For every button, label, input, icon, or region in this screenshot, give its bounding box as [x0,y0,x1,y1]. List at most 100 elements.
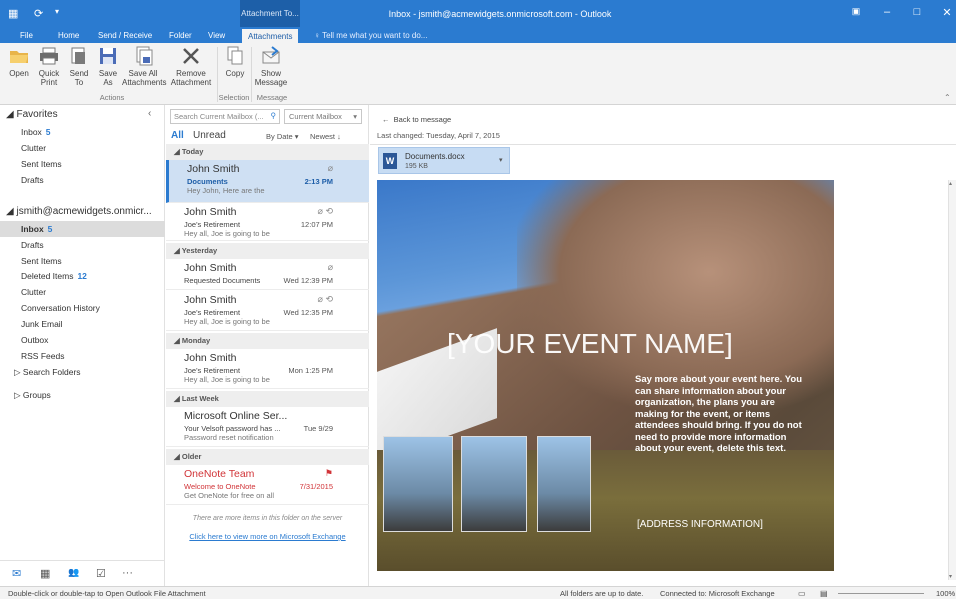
sort-by-date[interactable]: By Date ▾ [266,132,299,141]
send-to-button[interactable]: Send To [66,45,92,87]
received-time: 7/31/2015 [299,482,333,491]
save-icon [100,48,116,64]
group-header-yesterday[interactable]: ◢ Yesterday [166,243,369,259]
reading-pane: ← Back to message Last changed: Tuesday,… [370,105,956,586]
fav-item-drafts[interactable]: Drafts [21,175,44,185]
save-all-label: Save All Attachments [122,69,167,87]
ribbon: Open Quick Print Send To Save As Save Al… [0,43,956,105]
calendar-icon[interactable]: ▦ [40,567,50,580]
search-scope-dropdown[interactable]: Current Mailbox ▾ [284,109,362,124]
folder-clutter[interactable]: Clutter [21,287,46,297]
close-button[interactable]: ✕ [937,6,956,19]
people-icon[interactable]: 👥 [68,567,79,578]
remove-attachment-button[interactable]: Remove Attachment [168,45,214,87]
copy-button[interactable]: Copy [222,45,248,78]
cyclist-photo-1 [383,436,453,532]
tab-file[interactable]: File [14,29,39,43]
tab-send-receive[interactable]: Send / Receive [92,29,158,43]
sync-status: All folders are up to date. [560,589,644,598]
fav-item-sent-items[interactable]: Sent Items [21,159,62,169]
folder-sent-items[interactable]: Sent Items [21,256,62,266]
quick-print-button[interactable]: Quick Print [34,45,64,87]
attachment-dropdown-icon[interactable]: ▾ [499,156,503,164]
subject: Joe's Retirement [184,220,241,229]
printer-icon [40,47,58,65]
quick-print-label: Quick Print [38,69,60,87]
collapse-ribbon-icon[interactable]: ⌃ [944,93,951,102]
tab-attachments[interactable]: Attachments [242,29,299,43]
fav-item-inbox[interactable]: Inbox 5 [21,127,51,137]
address-info: [ADDRESS INFORMATION] [637,519,763,530]
collapse-pane-icon[interactable]: ‹ [148,108,151,119]
lightbulb-icon: ♀ [314,31,320,40]
normal-view-icon[interactable]: ▭ [798,589,806,598]
save-as-label: Save As [98,69,118,87]
tasks-icon[interactable]: ☑ [96,567,106,580]
preview-scrollbar[interactable]: ▴ ▾ [948,180,956,580]
open-button[interactable]: Open [6,45,32,78]
folder-drafts[interactable]: Drafts [21,240,44,250]
groups-node[interactable]: ▷ Groups [14,390,51,401]
folder-search-folders[interactable]: ▷ Search Folders [14,367,81,378]
folder-inbox[interactable]: Inbox 5 [21,224,52,234]
view-more-link[interactable]: Click here to view more on Microsoft Exc… [166,532,369,541]
message-item[interactable]: John Smith ⌀ ⟲ Joe's Retirement Wed 12:3… [166,291,369,331]
zoom-slider[interactable] [838,593,924,594]
folder-outbox[interactable]: Outbox [21,335,48,345]
account-label: jsmith@acmewidgets.onmicr... [16,206,152,217]
tab-folder[interactable]: Folder [163,29,198,43]
favorites-header[interactable]: ◢ Favorites [6,109,58,120]
folder-deleted-items[interactable]: Deleted Items 12 [21,271,87,281]
account-header[interactable]: ◢ jsmith@acmewidgets.onmicr... [6,206,152,217]
word-doc-icon: W [383,153,397,169]
save-as-button[interactable]: Save As [96,45,120,87]
message-item[interactable]: John Smith ⌀ Documents 2:13 PM Hey John,… [166,160,369,203]
show-message-button[interactable]: Show Message [254,45,288,87]
more-modules-icon[interactable]: ··· [122,567,133,579]
filter-unread[interactable]: Unread [193,130,226,141]
mail-icon[interactable]: ✉ [12,567,21,580]
folder-rss-feeds[interactable]: RSS Feeds [21,351,64,361]
message-item[interactable]: John Smith ⌀ Requested Documents Wed 12:… [166,259,369,290]
order-label: Newest [310,132,336,141]
attachment-size: 195 KB [405,163,428,170]
attachment-chip[interactable]: W Documents.docx 195 KB ▾ [378,147,510,174]
sort-order[interactable]: Newest ↓ [310,132,341,141]
reading-view-icon[interactable]: ▤ [820,589,828,598]
received-time: Wed 12:35 PM [283,308,333,317]
message-item[interactable]: Microsoft Online Ser... Your Velsoft pas… [166,407,369,447]
attachment-preview: [YOUR EVENT NAME] Say more about your ev… [377,180,834,571]
group-header-today[interactable]: ◢ Today [166,144,369,160]
folder-junk-email[interactable]: Junk Email [21,319,63,329]
sender: Microsoft Online Ser... [184,410,288,422]
maximize-button[interactable]: □ [907,6,927,18]
minimize-button[interactable]: – [877,6,897,18]
folder-open-icon [10,51,28,63]
quick-access-dropdown-icon[interactable]: ▾ [55,7,59,16]
message-item[interactable]: John Smith Joe's Retirement Mon 1:25 PM … [166,349,369,389]
filter-all[interactable]: All [171,130,184,141]
tab-view[interactable]: View [202,29,231,43]
tell-me-box[interactable]: ♀ Tell me what you want to do... [308,29,433,43]
scroll-up-icon[interactable]: ▴ [949,180,952,187]
group-header-last-week[interactable]: ◢ Last Week [166,391,369,407]
group-header-older[interactable]: ◢ Older [166,449,369,465]
flag-icon[interactable]: ⚑ [325,468,333,479]
message-item[interactable]: John Smith ⌀ ⟲ Joe's Retirement 12:07 PM… [166,203,369,241]
yesterday-label: Yesterday [181,246,218,255]
send-receive-icon[interactable]: ⟳ [34,7,43,20]
search-icon[interactable]: ⚲ [271,111,277,120]
ribbon-display-options-icon[interactable]: ▣ [846,6,866,17]
fav-item-clutter[interactable]: Clutter [21,143,46,153]
received-time: Mon 1:25 PM [288,366,333,375]
attachment-name: Documents.docx [405,152,465,161]
save-all-attachments-button[interactable]: Save All Attachments [122,45,167,87]
scroll-down-icon[interactable]: ▾ [949,573,952,580]
group-header-monday[interactable]: ◢ Monday [166,333,369,349]
groups-label: Groups [22,390,51,400]
tab-home[interactable]: Home [52,29,85,43]
back-to-message-link[interactable]: ← Back to message [382,115,451,124]
search-input[interactable]: Search Current Mailbox (... ⚲ [170,109,280,124]
message-item[interactable]: OneNote Team ⚑ Welcome to OneNote 7/31/2… [166,465,369,505]
folder-conversation-history[interactable]: Conversation History [21,303,100,313]
